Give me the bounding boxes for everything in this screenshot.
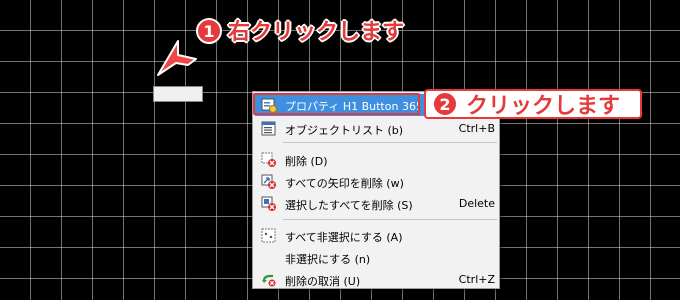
delete-arrows-icon [261,174,277,190]
step-number-2: 2 [432,91,458,117]
menu-item-label: 削除 (D) [285,155,328,168]
chart-button-object[interactable] [153,86,203,102]
menu-item-shortcut: Delete [458,197,495,210]
menu-item-object-list[interactable]: オブジェクトリスト (b) Ctrl+B [255,118,499,140]
menu-item-label: オブジェクトリスト (b) [285,124,404,137]
menu-item-delete[interactable]: 削除 (D) [255,149,499,171]
menu-item-shortcut: Ctrl+Z [458,273,495,286]
step-number-1: 1 [196,18,222,44]
object-list-icon [261,121,277,137]
deselect-all-icon [261,228,277,244]
menu-item-label: すべて非選択にする (A) [285,231,403,244]
undo-delete-icon [261,272,277,288]
menu-item-delete-all-arrows[interactable]: すべての矢印を削除 (w) [255,171,499,193]
step-2-instruction: クリックします [466,94,621,119]
menu-item-undo-delete[interactable]: 削除の取消 (U) Ctrl+Z [255,269,499,291]
menu-separator [283,219,497,220]
menu-item-label: 非選択にする (n) [285,253,371,266]
highlight-frame [253,93,420,115]
menu-item-label: 削除の取消 (U) [285,275,361,288]
menu-item-deselect[interactable]: 非選択にする (n) [255,247,499,269]
step-1-instruction: 右クリックします [228,20,405,45]
menu-item-delete-selected[interactable]: 選択したすべてを削除 (S) Delete [255,193,499,215]
menu-separator [283,142,497,143]
menu-item-deselect-all[interactable]: すべて非選択にする (A) [255,225,499,247]
menu-item-label: すべての矢印を削除 (w) [285,177,404,190]
pointer-arrow-icon [157,40,197,76]
delete-selected-icon [261,196,277,212]
menu-item-shortcut: Ctrl+B [458,122,495,135]
delete-icon [261,152,277,168]
menu-item-label: 選択したすべてを削除 (S) [285,199,413,212]
context-menu: プロパティ H1 Button 36526 オブジェクトリスト (b) Ctrl… [252,91,500,289]
